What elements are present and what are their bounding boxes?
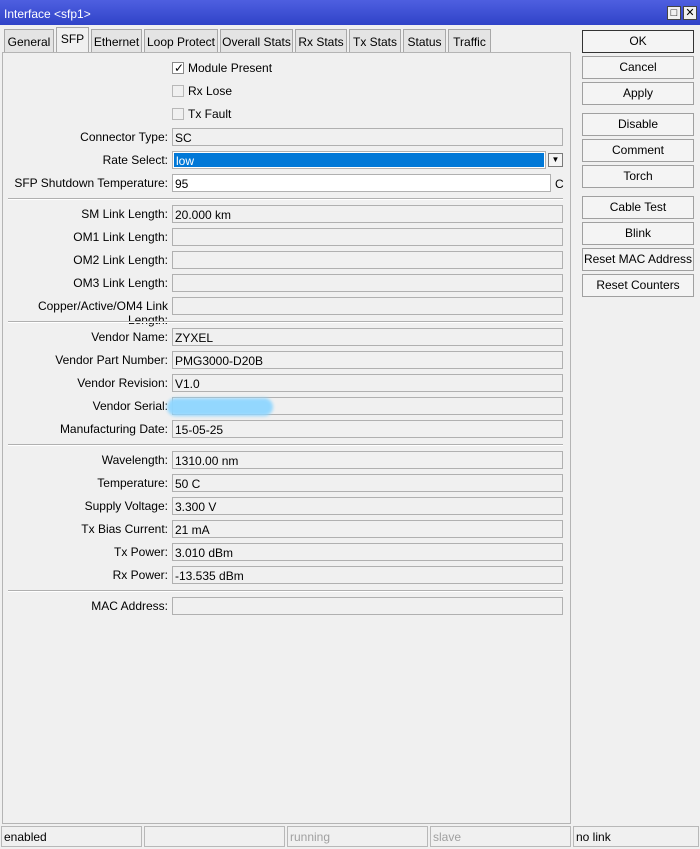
rx-power-label: Rx Power: [112, 568, 168, 582]
torch-button[interactable]: Torch [582, 165, 694, 188]
tx-bias-current-label: Tx Bias Current: [81, 522, 168, 536]
vendor-part-number-label: Vendor Part Number: [55, 353, 168, 367]
sfp-shutdown-temp-input[interactable]: 95 [172, 174, 551, 192]
chevron-down-icon[interactable]: ▼ [548, 153, 563, 167]
tx-fault-label: Tx Fault [188, 107, 232, 121]
connector-type-label: Connector Type: [80, 130, 168, 144]
om1-link-length-label: OM1 Link Length: [73, 230, 168, 244]
divider [8, 321, 563, 323]
tab-sfp[interactable]: SFP [56, 27, 89, 53]
om3-link-length-field [172, 274, 563, 292]
vendor-revision-label: Vendor Revision: [77, 376, 168, 390]
rate-select-label: Rate Select: [102, 153, 168, 167]
rate-select-value: low [174, 153, 544, 168]
status-link: no link [573, 826, 699, 847]
mac-address-field [172, 597, 563, 615]
wavelength-field: 1310.00 nm [172, 451, 563, 469]
vendor-revision-field: V1.0 [172, 374, 563, 392]
rx-lose-checkbox[interactable] [172, 85, 184, 97]
rx-power-field: -13.535 dBm [172, 566, 563, 584]
checkmark-icon: ✓ [174, 61, 185, 75]
divider [8, 198, 563, 200]
rx-lose-label: Rx Lose [188, 84, 233, 98]
module-present-checkbox[interactable]: ✓ [172, 61, 185, 75]
rate-select-dropdown[interactable]: low [172, 151, 546, 169]
reset-mac-address-button[interactable]: Reset MAC Address [582, 248, 694, 271]
tab-general[interactable]: General [4, 29, 54, 52]
vendor-name-label: Vendor Name: [91, 330, 168, 344]
status-enabled: enabled [1, 826, 142, 847]
vendor-serial-label: Vendor Serial: [92, 399, 168, 413]
status-slave: slave [430, 826, 571, 847]
temperature-field: 50 C [172, 474, 563, 492]
temperature-label: Temperature: [97, 476, 168, 490]
cancel-button[interactable]: Cancel [582, 56, 694, 79]
restore-icon[interactable]: □ [667, 6, 681, 20]
cable-test-button[interactable]: Cable Test [582, 196, 694, 219]
title-bar: Interface <sfp1> □ ✕ [0, 0, 700, 25]
tab-rx-stats[interactable]: Rx Stats [295, 29, 347, 52]
disable-button[interactable]: Disable [582, 113, 694, 136]
tab-overall-stats[interactable]: Overall Stats [220, 29, 293, 52]
tab-traffic[interactable]: Traffic [448, 29, 491, 52]
divider [8, 590, 563, 592]
close-icon[interactable]: ✕ [683, 6, 697, 20]
vendor-part-number-field: PMG3000-D20B [172, 351, 563, 369]
reset-counters-button[interactable]: Reset Counters [582, 274, 694, 297]
tab-status[interactable]: Status [403, 29, 446, 52]
manufacturing-date-field: 15-05-25 [172, 420, 563, 438]
tx-bias-current-field: 21 mA [172, 520, 563, 538]
om2-link-length-label: OM2 Link Length: [73, 253, 168, 267]
sm-link-length-label: SM Link Length: [81, 207, 168, 221]
ok-button[interactable]: OK [582, 30, 694, 53]
supply-voltage-field: 3.300 V [172, 497, 563, 515]
redaction-mark [167, 398, 273, 416]
sm-link-length-field: 20.000 km [172, 205, 563, 223]
sfp-shutdown-temp-label: SFP Shutdown Temperature: [14, 176, 168, 190]
supply-voltage-label: Supply Voltage: [84, 499, 168, 513]
vendor-name-field: ZYXEL [172, 328, 563, 346]
tab-tx-stats[interactable]: Tx Stats [349, 29, 401, 52]
tx-power-field: 3.010 dBm [172, 543, 563, 561]
status-bar: enabled running slave no link [0, 826, 700, 849]
blink-button[interactable]: Blink [582, 222, 694, 245]
copper-link-length-field [172, 297, 563, 315]
comment-button[interactable]: Comment [582, 139, 694, 162]
tab-loop-protect[interactable]: Loop Protect [144, 29, 218, 52]
tx-fault-checkbox[interactable] [172, 108, 184, 120]
divider [8, 444, 563, 446]
om3-link-length-label: OM3 Link Length: [73, 276, 168, 290]
om1-link-length-field [172, 228, 563, 246]
module-present-label: Module Present [188, 61, 273, 75]
mac-address-label: MAC Address: [91, 599, 168, 613]
status-empty [144, 826, 285, 847]
om2-link-length-field [172, 251, 563, 269]
tx-power-label: Tx Power: [113, 545, 168, 559]
tab-ethernet[interactable]: Ethernet [91, 29, 142, 52]
connector-type-field: SC [172, 128, 563, 146]
manufacturing-date-label: Manufacturing Date: [59, 422, 168, 436]
temp-unit-label: C [555, 177, 564, 191]
apply-button[interactable]: Apply [582, 82, 694, 105]
status-running: running [287, 826, 428, 847]
window-title: Interface <sfp1> [4, 7, 91, 21]
wavelength-label: Wavelength: [101, 453, 168, 467]
